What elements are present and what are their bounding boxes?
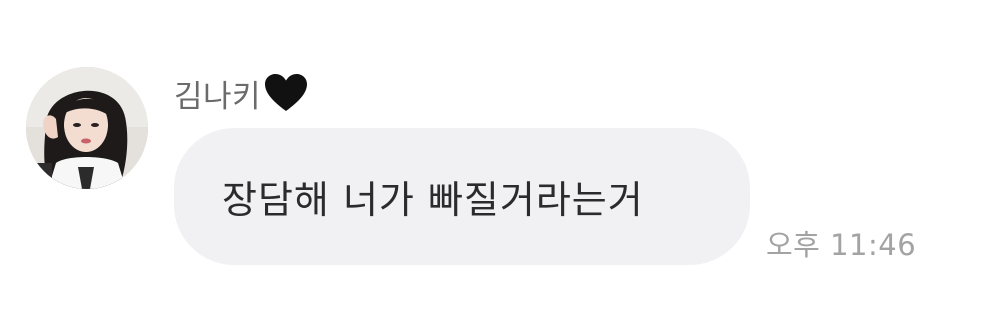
sender-name: 김나키 (174, 78, 262, 115)
profile-photo-icon (26, 67, 148, 189)
chat-message-row: 김나키 장담해 너가 빠질거라는거 오후 11:46 (0, 0, 1008, 335)
avatar[interactable] (26, 67, 148, 189)
message-timestamp: 오후 11:46 (766, 228, 917, 262)
message-text: 장담해 너가 빠질거라는거 (222, 178, 644, 222)
sender-name-row: 김나키 (174, 68, 309, 118)
message-bubble[interactable]: 장담해 너가 빠질거라는거 (174, 128, 750, 265)
black-heart-icon (263, 72, 309, 114)
